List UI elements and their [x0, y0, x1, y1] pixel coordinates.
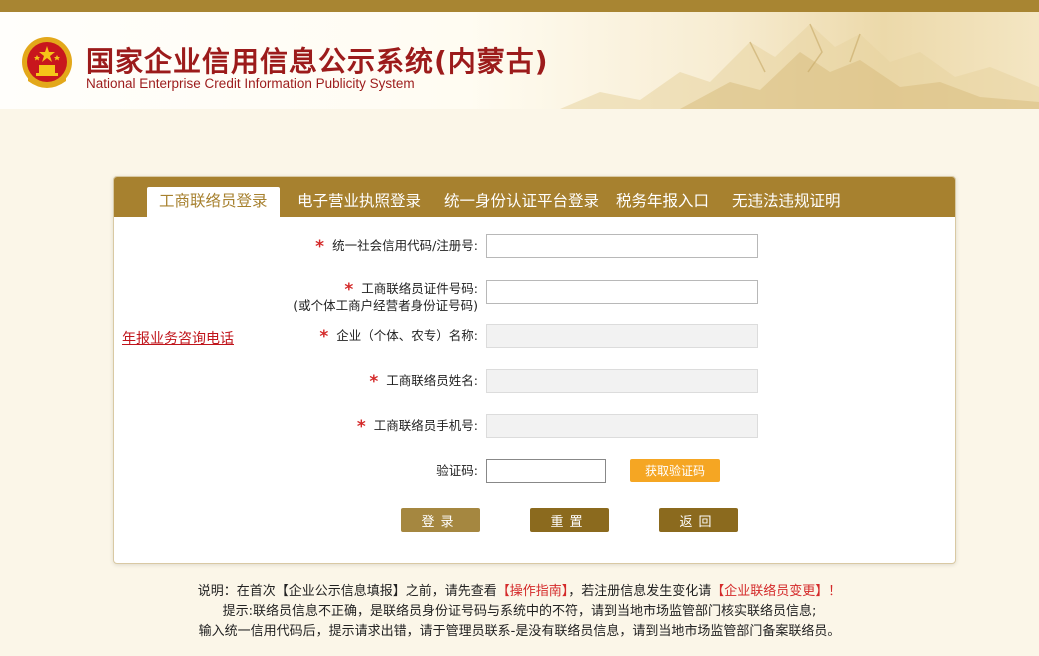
liaison-id-input[interactable] — [486, 280, 758, 304]
liaison-name-input[interactable] — [486, 369, 758, 393]
liaison-id-sublabel: (或个体工商户经营者身份证号码) — [293, 298, 478, 313]
national-emblem-icon — [22, 37, 72, 88]
liaison-phone-input[interactable] — [486, 414, 758, 438]
required-star-icon: * — [356, 417, 366, 437]
liaison-change-link[interactable]: 【企业联络员变更】！ — [711, 584, 841, 599]
liaison-id-label: * 工商联络员证件号码: (或个体工商户经营者身份证号码) — [293, 280, 478, 313]
tab-no-violation-certificate[interactable]: 无违法违规证明 — [732, 187, 841, 217]
tab-e-license-login[interactable]: 电子营业执照登录 — [297, 187, 421, 217]
site-title: 国家企业信用信息公示系统(内蒙古) — [86, 45, 549, 78]
login-button[interactable]: 登录 — [401, 508, 480, 532]
login-tab-bar: 工商联络员登录 电子营业执照登录 统一身份认证平台登录 税务年报入口 无违法违规… — [114, 177, 955, 217]
enterprise-name-input[interactable] — [486, 324, 758, 348]
enterprise-name-label: * 企业（个体、农专）名称: — [319, 327, 478, 347]
required-star-icon: * — [319, 327, 329, 347]
required-star-icon: * — [369, 372, 379, 392]
site-header: 国家企业信用信息公示系统(内蒙古) National Enterprise Cr… — [0, 12, 1039, 109]
tab-tax-annual-report[interactable]: 税务年报入口 — [616, 187, 709, 217]
get-code-button[interactable]: 获取验证码 — [630, 459, 720, 482]
credit-code-label: * 统一社会信用代码/注册号: — [315, 237, 478, 257]
credit-code-input[interactable] — [486, 234, 758, 258]
liaison-name-label: * 工商联络员姓名: — [369, 372, 478, 392]
site-subtitle: National Enterprise Credit Information P… — [86, 76, 415, 91]
operation-guide-link[interactable]: 【操作指南】 — [497, 584, 569, 599]
annual-report-hotline-link[interactable]: 年报业务咨询电话 — [122, 328, 234, 348]
notes-line-2: 提示:联络员信息不正确，是联络员身份证号码与系统中的不符，请到当地市场监管部门核… — [222, 604, 817, 619]
notes-line-1: 说明：在首次【企业公示信息填报】之前，请先查看【操作指南】，若注册信息发生变化请… — [197, 584, 842, 599]
tab-unified-auth-login[interactable]: 统一身份认证平台登录 — [444, 187, 599, 217]
tab-liaison-login[interactable]: 工商联络员登录 — [147, 187, 280, 217]
liaison-phone-label: * 工商联络员手机号: — [356, 417, 478, 437]
mountain-illustration — [560, 23, 1039, 109]
login-panel: 工商联络员登录 电子营业执照登录 统一身份认证平台登录 税务年报入口 无违法违规… — [113, 176, 956, 564]
required-star-icon: * — [344, 280, 354, 300]
back-button[interactable]: 返回 — [659, 508, 738, 532]
captcha-input[interactable] — [486, 459, 606, 483]
notes-line-3: 输入统一信用代码后，提示请求出错，请于管理员联系-是没有联络员信息，请到当地市场… — [198, 624, 841, 639]
captcha-label: 验证码: — [436, 463, 478, 478]
reset-button[interactable]: 重置 — [530, 508, 609, 532]
top-accent-bar — [0, 0, 1039, 12]
required-star-icon: * — [315, 237, 325, 257]
login-notes: 说明：在首次【企业公示信息填报】之前，请先查看【操作指南】，若注册信息发生变化请… — [0, 582, 1039, 642]
